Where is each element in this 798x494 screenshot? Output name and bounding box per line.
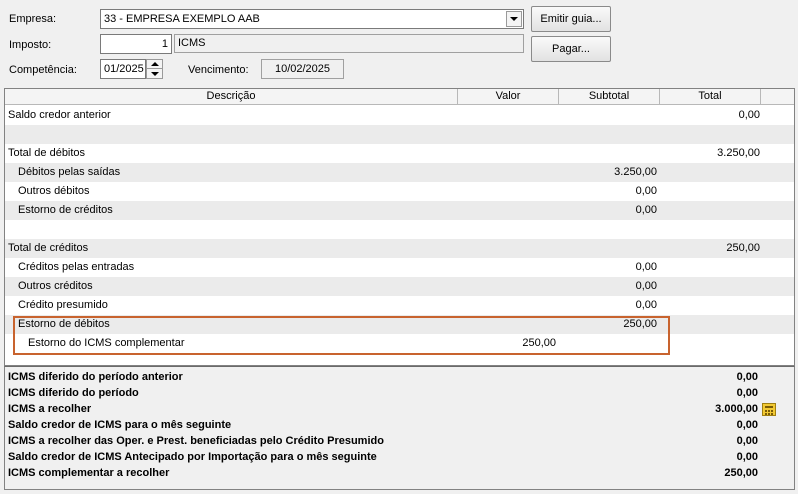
- cell-subtotal: 0,00: [635, 185, 657, 197]
- highlight-frame: [13, 316, 670, 355]
- empresa-label: Empresa:: [9, 13, 57, 25]
- cell-descricao: Outros débitos: [18, 185, 90, 197]
- summary-label: ICMS a recolher: [8, 403, 92, 415]
- summary-row: ICMS a recolher das Oper. e Prest. benef…: [5, 433, 794, 449]
- competencia-input[interactable]: 01/2025: [100, 59, 146, 79]
- summary-value: 0,00: [736, 371, 758, 383]
- table-row[interactable]: [5, 220, 794, 239]
- competencia-value: 01/2025: [104, 63, 144, 75]
- cell-total: 0,00: [738, 109, 760, 121]
- imposto-name-field: ICMS: [174, 34, 524, 53]
- competencia-spinner[interactable]: [146, 59, 163, 79]
- spin-down-icon[interactable]: [147, 69, 162, 78]
- summary-value: 0,00: [736, 451, 758, 463]
- imposto-label: Imposto:: [9, 39, 52, 51]
- summary-row: Saldo credor de ICMS Antecipado por Impo…: [5, 449, 794, 465]
- summary-label: ICMS complementar a recolher: [8, 467, 170, 479]
- column-header-subtotal[interactable]: Subtotal: [559, 89, 660, 105]
- summary-value: 0,00: [736, 435, 758, 447]
- summary-row: ICMS a recolher 3.000,00: [5, 401, 794, 417]
- cell-descricao: Débitos pelas saídas: [18, 166, 121, 178]
- table-row[interactable]: Outros débitos 0,00: [5, 182, 794, 201]
- table-row[interactable]: Total de débitos 3.250,00: [5, 144, 794, 163]
- table-row[interactable]: Débitos pelas saídas 3.250,00: [5, 163, 794, 182]
- summary-row: ICMS diferido do período anterior 0,00: [5, 369, 794, 385]
- cell-descricao: Total de créditos: [8, 242, 89, 254]
- cell-total: 250,00: [726, 242, 760, 254]
- imposto-code-value: 1: [161, 38, 168, 50]
- summary-label: ICMS diferido do período anterior: [8, 371, 183, 383]
- imposto-name-value: ICMS: [178, 37, 206, 49]
- cell-descricao: Créditos pelas entradas: [18, 261, 135, 273]
- summary-row: ICMS diferido do período 0,00: [5, 385, 794, 401]
- column-header-valor[interactable]: Valor: [458, 89, 559, 105]
- summary-value: 0,00: [736, 419, 758, 431]
- summary-value: 250,00: [724, 467, 758, 479]
- spin-up-icon[interactable]: [147, 60, 162, 69]
- empresa-combobox[interactable]: 33 - EMPRESA EXEMPLO AAB: [100, 9, 524, 29]
- column-header-total[interactable]: Total: [660, 89, 761, 105]
- summary-label: ICMS a recolher das Oper. e Prest. benef…: [8, 435, 384, 447]
- calculator-icon[interactable]: [762, 403, 776, 416]
- table-row[interactable]: Crédito presumido 0,00: [5, 296, 794, 315]
- summary-label: ICMS diferido do período: [8, 387, 139, 399]
- cell-descricao: Crédito presumido: [18, 299, 108, 311]
- cell-descricao: Estorno de créditos: [18, 204, 113, 216]
- vencimento-label: Vencimento:: [188, 64, 249, 76]
- cell-total: 3.250,00: [717, 147, 760, 159]
- vencimento-value: 10/02/2025: [274, 63, 331, 75]
- cell-descricao: Total de débitos: [8, 147, 86, 159]
- summary-label: Saldo credor de ICMS para o mês seguinte: [8, 419, 232, 431]
- grid-header: Descrição Valor Subtotal Total: [5, 89, 794, 105]
- table-row[interactable]: Outros créditos 0,00: [5, 277, 794, 296]
- cell-subtotal: 3.250,00: [614, 166, 657, 178]
- imposto-code-input[interactable]: 1: [100, 34, 172, 54]
- cell-descricao: Outros créditos: [18, 280, 93, 292]
- column-header-descricao[interactable]: Descrição: [5, 89, 458, 105]
- table-row[interactable]: Estorno de créditos 0,00: [5, 201, 794, 220]
- table-row[interactable]: Saldo credor anterior 0,00: [5, 106, 794, 125]
- vencimento-field: 10/02/2025: [261, 59, 344, 79]
- cell-subtotal: 0,00: [635, 299, 657, 311]
- table-row[interactable]: Total de créditos 250,00: [5, 239, 794, 258]
- summary-panel: ICMS diferido do período anterior 0,00 ICM…: [4, 366, 795, 490]
- table-row[interactable]: Créditos pelas entradas 0,00: [5, 258, 794, 277]
- empresa-value: 33 - EMPRESA EXEMPLO AAB: [104, 13, 260, 25]
- competencia-label: Competência:: [9, 64, 77, 76]
- summary-row: Saldo credor de ICMS para o mês seguinte…: [5, 417, 794, 433]
- table-row[interactable]: [5, 125, 794, 144]
- apuracao-grid[interactable]: Descrição Valor Subtotal Total Saldo cre…: [4, 88, 795, 366]
- emitir-guia-button[interactable]: Emitir guia...: [531, 6, 611, 32]
- summary-value: 0,00: [736, 387, 758, 399]
- cell-subtotal: 0,00: [635, 261, 657, 273]
- cell-subtotal: 0,00: [635, 280, 657, 292]
- summary-label: Saldo credor de ICMS Antecipado por Impo…: [8, 451, 377, 463]
- cell-descricao: Saldo credor anterior: [8, 109, 111, 121]
- cell-subtotal: 0,00: [635, 204, 657, 216]
- summary-value: 3.000,00: [715, 403, 758, 415]
- summary-row: ICMS complementar a recolher 250,00: [5, 465, 794, 481]
- chevron-down-icon[interactable]: [506, 11, 522, 27]
- pagar-button[interactable]: Pagar...: [531, 36, 611, 62]
